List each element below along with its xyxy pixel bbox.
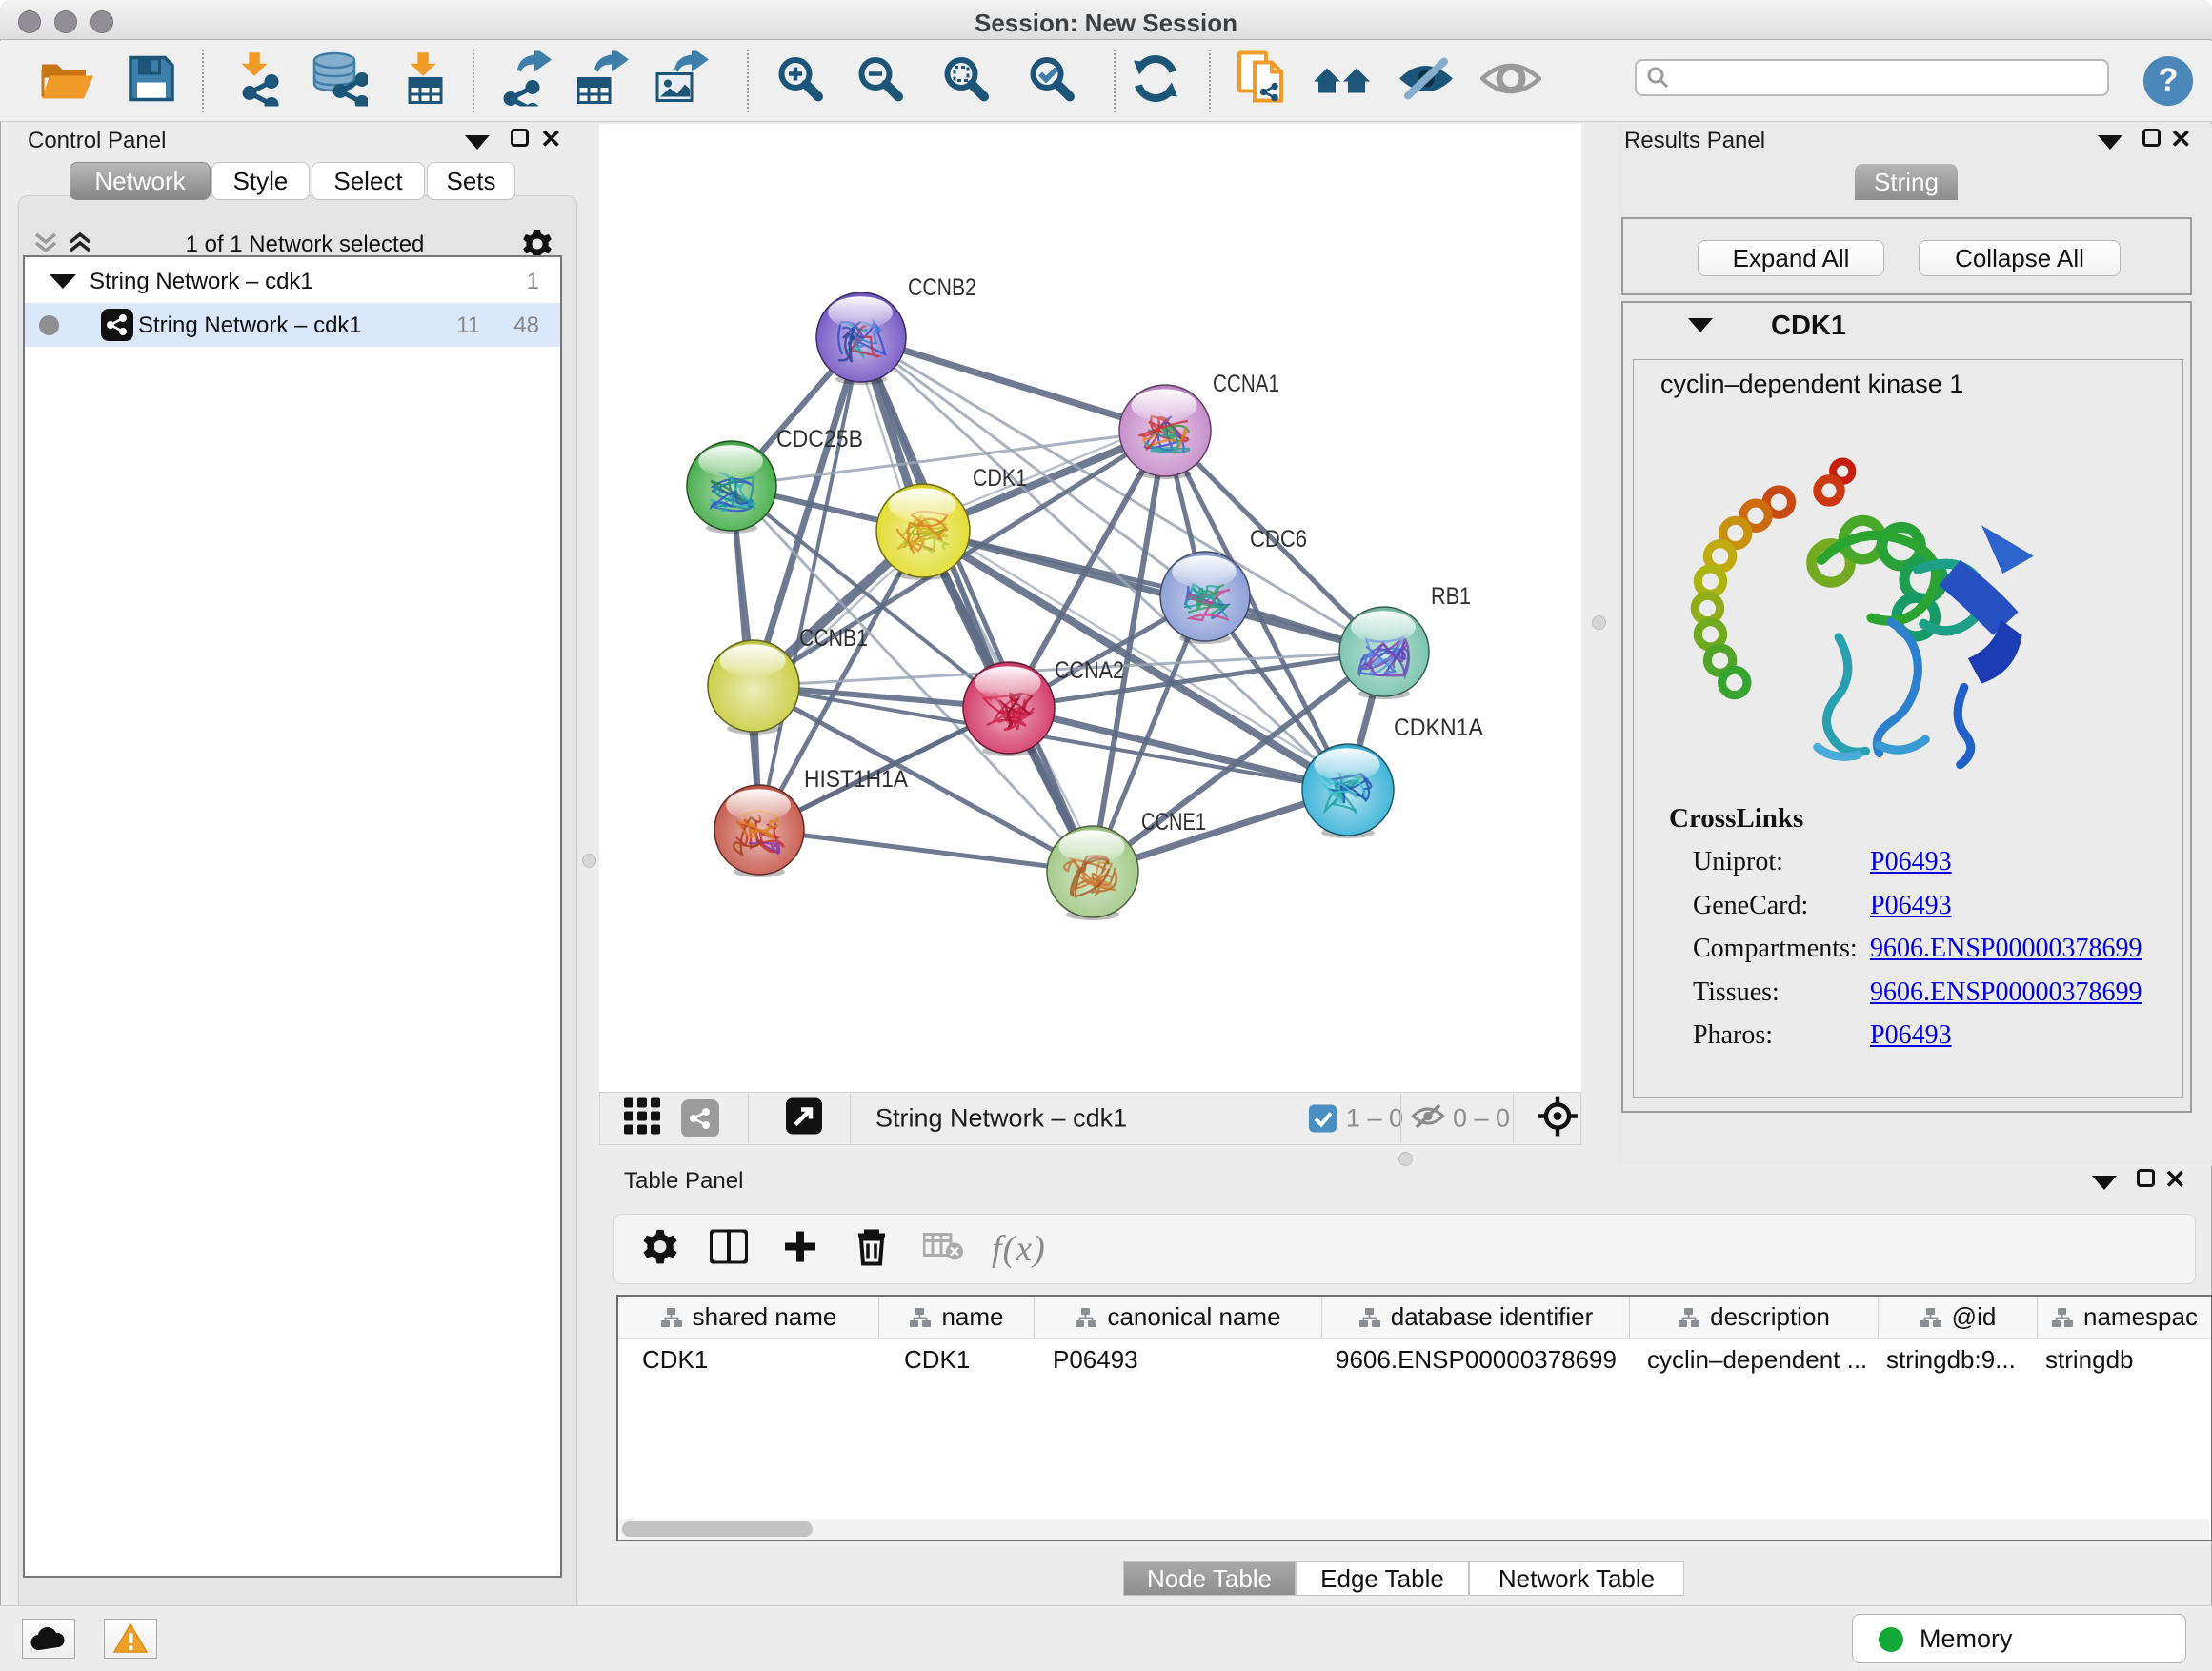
- svg-text:CCNE1: CCNE1: [1141, 809, 1206, 836]
- svg-text:CCNA2: CCNA2: [1055, 657, 1124, 684]
- svg-text:CDKN1A: CDKN1A: [1394, 715, 1483, 741]
- svg-text:CDC6: CDC6: [1250, 526, 1307, 553]
- svg-text:HIST1H1A: HIST1H1A: [804, 766, 908, 793]
- svg-text:RB1: RB1: [1431, 583, 1471, 610]
- svg-text:CDK1: CDK1: [973, 465, 1027, 492]
- svg-text:CCNA1: CCNA1: [1213, 371, 1279, 397]
- svg-text:CCNB1: CCNB1: [799, 625, 868, 652]
- svg-text:CDC25B: CDC25B: [776, 426, 863, 453]
- svg-text:CCNB2: CCNB2: [908, 274, 976, 301]
